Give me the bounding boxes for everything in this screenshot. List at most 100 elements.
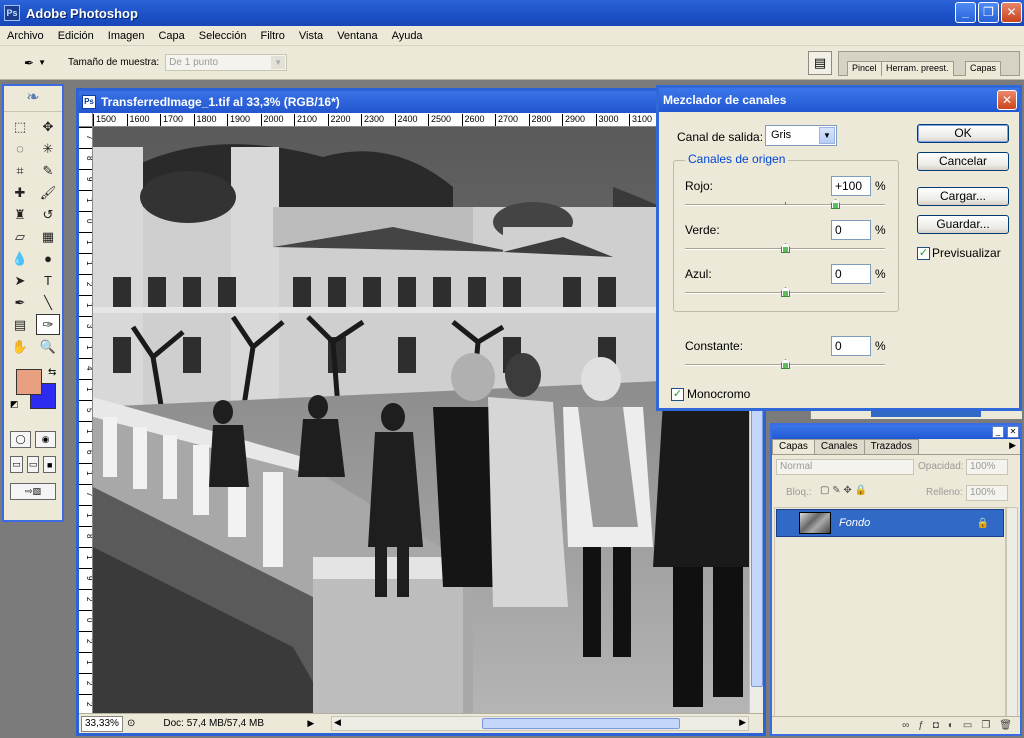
palette-close-button[interactable]: ✕	[1007, 426, 1019, 438]
save-button[interactable]: Guardar...	[917, 215, 1009, 234]
tab-capas[interactable]: Capas	[772, 439, 815, 454]
tab-canales[interactable]: Canales	[813, 439, 865, 454]
monochrome-checkbox[interactable]: ✓	[671, 388, 684, 401]
gradient-tool-icon[interactable]: ▦	[36, 226, 60, 247]
eyedropper-tool-icon[interactable]: ✑	[36, 314, 60, 335]
layer-mask-icon[interactable]: ◘	[933, 720, 939, 731]
sample-size-label: Tamaño de muestra:	[68, 57, 160, 68]
slice-tool-icon[interactable]: ✎	[36, 160, 60, 181]
red-input[interactable]: +100	[831, 176, 871, 196]
default-colors-icon[interactable]: ◩	[10, 399, 19, 410]
layers-scrollbar[interactable]	[1006, 507, 1018, 717]
constant-slider-knob[interactable]	[781, 359, 790, 369]
screen-mode-standard-icon[interactable]: ▭	[10, 456, 23, 473]
crop-tool-icon[interactable]: ⌗	[8, 160, 32, 181]
brush-tool-icon[interactable]: 🖌	[36, 182, 60, 203]
type-tool-icon[interactable]: T	[36, 270, 60, 291]
lock-icons[interactable]: ▢ ✎ ✥ 🔒	[820, 485, 867, 496]
screen-mode-full-icon[interactable]: ■	[43, 456, 57, 473]
lasso-tool-icon[interactable]: ◌	[8, 138, 32, 159]
ruler-v-tick: 1	[79, 379, 92, 399]
pen-tool-icon[interactable]: ✒	[8, 292, 32, 313]
new-group-icon[interactable]: ▭	[963, 720, 972, 731]
swap-colors-icon[interactable]: ⇆	[48, 367, 56, 378]
jump-to-imageready-icon[interactable]: ⇨▧	[10, 483, 56, 500]
magic-wand-tool-icon[interactable]: ✳	[36, 138, 60, 159]
standard-mode-icon[interactable]: ◯	[10, 431, 31, 448]
move-tool-icon[interactable]: ✥	[36, 116, 60, 137]
tab-trazados[interactable]: Trazados	[863, 439, 919, 454]
minimize-button[interactable]: _	[955, 2, 976, 23]
layer-style-icon[interactable]: ƒ	[918, 720, 924, 731]
menu-ventana[interactable]: Ventana	[330, 30, 384, 42]
menu-edicion[interactable]: Edición	[51, 30, 101, 42]
vertical-ruler[interactable]: 7891011213141516171819202122	[79, 127, 93, 717]
path-selection-tool-icon[interactable]: ➤	[8, 270, 32, 291]
layers-palette-titlebar[interactable]: _ ✕	[772, 425, 1020, 439]
blur-tool-icon[interactable]: 💧	[8, 248, 32, 269]
constant-input[interactable]: 0	[831, 336, 871, 356]
notes-tool-icon[interactable]: ▤	[8, 314, 32, 335]
ruler-v-tick: 5	[79, 400, 92, 420]
healing-brush-tool-icon[interactable]: ✚	[8, 182, 32, 203]
ruler-origin[interactable]	[79, 113, 93, 127]
line-tool-icon[interactable]: ╲	[36, 292, 60, 313]
clone-stamp-tool-icon[interactable]: ♜	[8, 204, 32, 225]
red-slider[interactable]	[685, 202, 885, 206]
foreground-color-swatch[interactable]	[16, 369, 42, 395]
scroll-left-icon[interactable]: ◀	[334, 717, 341, 728]
tool-preset-picker[interactable]: ✒ ▼	[14, 50, 56, 76]
maximize-button[interactable]: ❐	[978, 2, 999, 23]
trash-icon[interactable]: 🗑	[999, 720, 1012, 731]
load-button[interactable]: Cargar...	[917, 187, 1009, 206]
scroll-right-icon[interactable]: ▶	[739, 717, 746, 728]
marquee-tool-icon[interactable]: ⬚	[8, 116, 32, 137]
output-channel-select[interactable]: Gris ▼	[765, 125, 837, 146]
menu-filtro[interactable]: Filtro	[253, 30, 291, 42]
dialog-titlebar[interactable]: Mezclador de canales ✕	[659, 88, 1019, 112]
menu-seleccion[interactable]: Selección	[192, 30, 254, 42]
ok-button[interactable]: OK	[917, 124, 1009, 143]
zoom-field[interactable]: 33,33%	[81, 715, 123, 732]
screen-mode-menu-icon[interactable]: ▭	[26, 456, 40, 473]
palette-minimize-button[interactable]: _	[992, 426, 1004, 438]
link-icon[interactable]: ∞	[902, 720, 909, 731]
horizontal-scrollbar[interactable]: ◀ ▶	[331, 716, 749, 731]
sample-size-select[interactable]: De 1 punto ▼	[165, 54, 288, 71]
blue-input[interactable]: 0	[831, 264, 871, 284]
ruler-v-tick: 7	[79, 127, 92, 147]
horizontal-scroll-thumb[interactable]	[482, 718, 680, 729]
adjustment-layer-icon[interactable]: ◐	[948, 720, 954, 731]
palette-tab-pincel[interactable]: Pincel	[847, 61, 882, 76]
status-options-icon[interactable]: ⊙	[127, 718, 135, 729]
new-layer-icon[interactable]: ❐	[981, 720, 990, 731]
fill-field[interactable]: 100%	[966, 485, 1008, 501]
zoom-tool-icon[interactable]: 🔍	[36, 336, 60, 357]
eraser-tool-icon[interactable]: ▱	[8, 226, 32, 247]
status-menu-arrow-icon[interactable]: ▶	[307, 718, 319, 729]
menu-ayuda[interactable]: Ayuda	[385, 30, 430, 42]
menu-vista[interactable]: Vista	[292, 30, 330, 42]
quick-mask-mode-icon[interactable]: ◉	[35, 431, 56, 448]
blend-mode-select[interactable]: Normal	[776, 459, 914, 475]
menu-capa[interactable]: Capa	[151, 30, 191, 42]
palette-tab-capas[interactable]: Capas	[965, 61, 1002, 76]
feather-logo-icon[interactable]: ❧	[4, 86, 62, 112]
palette-menu-icon[interactable]: ▶	[1009, 440, 1016, 451]
cancel-button[interactable]: Cancelar	[917, 152, 1009, 171]
hand-tool-icon[interactable]: ✋	[8, 336, 32, 357]
dodge-tool-icon[interactable]: ●	[36, 248, 60, 269]
menu-imagen[interactable]: Imagen	[101, 30, 152, 42]
close-button[interactable]: ✕	[1001, 2, 1022, 23]
dialog-close-button[interactable]: ✕	[997, 90, 1017, 110]
green-input[interactable]: 0	[831, 220, 871, 240]
history-brush-tool-icon[interactable]: ↺	[36, 204, 60, 225]
preview-checkbox[interactable]: ✓	[917, 247, 930, 260]
image-canvas[interactable]	[93, 127, 749, 717]
menu-archivo[interactable]: Archivo	[0, 30, 51, 42]
layer-row-fondo[interactable]: Fondo 🔒	[776, 509, 1004, 537]
ruler-v-tick: 7	[79, 484, 92, 504]
opacity-field[interactable]: 100%	[966, 459, 1008, 475]
palette-tab-herram-preest[interactable]: Herram. preest.	[881, 61, 954, 76]
file-browser-button[interactable]: ▤	[808, 51, 832, 75]
